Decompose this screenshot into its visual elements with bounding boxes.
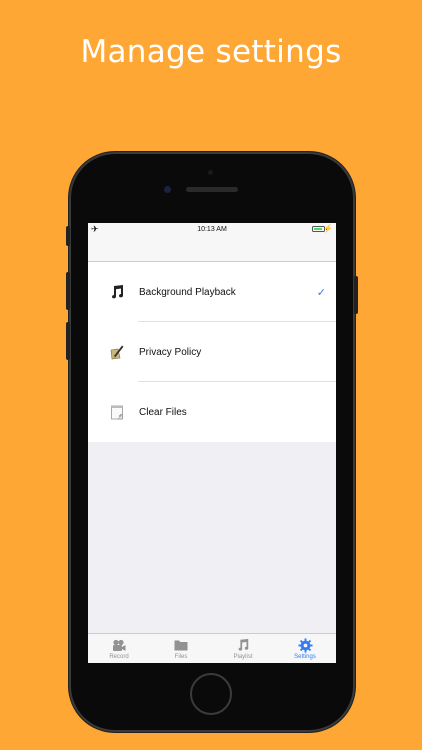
camera-icon [112,637,126,653]
folder-icon [174,637,188,653]
settings-row-label: Background Playback [139,286,236,298]
tab-bar: Record Files Playlist Settings [88,633,336,663]
tab-settings[interactable]: Settings [274,634,336,663]
tab-playlist[interactable]: Playlist [212,634,274,663]
earpiece-speaker [186,187,238,192]
front-camera [164,186,171,193]
power-button [354,276,358,314]
music-note-icon [236,637,250,653]
status-bar: ✈ 10:13 AM ⚡ [88,223,336,237]
notepad-icon [107,402,127,422]
tab-files[interactable]: Files [150,634,212,663]
settings-row-label: Privacy Policy [139,346,202,358]
tab-label: Settings [294,654,316,660]
volume-down-button [66,322,70,360]
status-time: 10:13 AM [197,226,227,233]
gear-icon [297,637,313,653]
phone-frame: ✈ 10:13 AM ⚡ Background Playback ✓ Priva… [66,152,358,732]
settings-list: Background Playback ✓ Privacy Policy Cle… [88,262,336,442]
promo-headline: Manage settings [80,34,342,70]
tab-label: Files [174,654,188,660]
tab-label: Record [109,654,129,660]
charging-bolt-icon: ⚡ [323,224,333,233]
navigation-bar [88,237,336,262]
settings-row-privacy-policy[interactable]: Privacy Policy [88,322,336,382]
mute-switch [66,226,70,246]
home-button[interactable] [190,673,232,715]
settings-row-clear-files[interactable]: Clear Files [88,382,336,442]
tab-label: Playlist [233,654,253,660]
tab-record[interactable]: Record [88,634,150,663]
pen-paper-icon [107,342,127,362]
app-screen: ✈ 10:13 AM ⚡ Background Playback ✓ Priva… [88,223,336,663]
volume-up-button [66,272,70,310]
checkmark-icon: ✓ [316,286,326,299]
settings-row-label: Clear Files [139,406,187,418]
music-note-icon [107,282,127,302]
settings-row-background-playback[interactable]: Background Playback ✓ [88,262,336,322]
proximity-sensor [208,170,213,175]
